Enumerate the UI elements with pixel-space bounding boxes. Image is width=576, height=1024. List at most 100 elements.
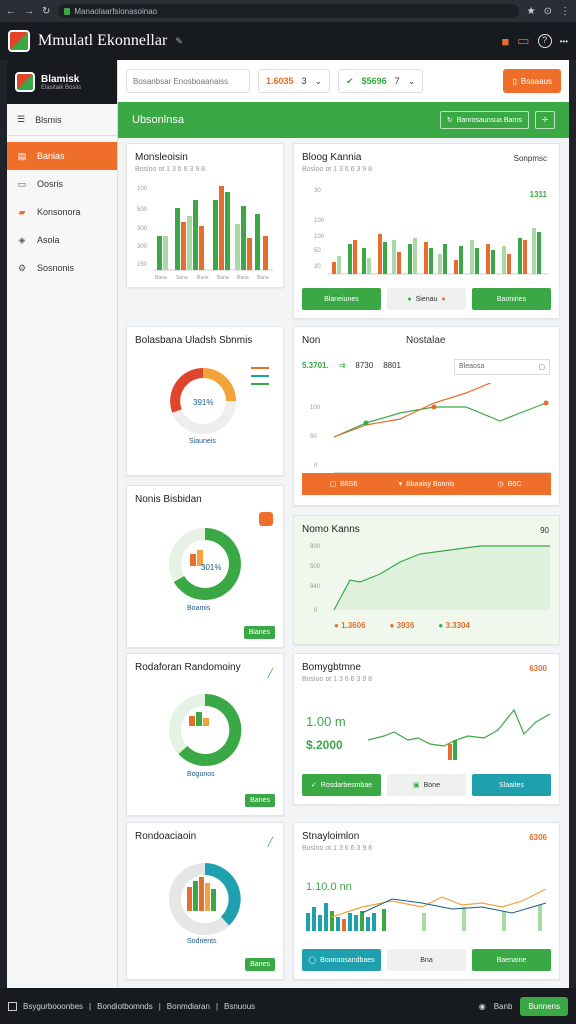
edit-icon[interactable]: ✎ bbox=[175, 36, 183, 47]
bar bbox=[205, 883, 210, 911]
sidebar-item-asola[interactable]: ◈ Asola bbox=[7, 226, 117, 254]
metric-v2: 8730 bbox=[355, 361, 374, 370]
edit-icon[interactable]: ╱ bbox=[268, 668, 273, 679]
menu-icon[interactable]: ⋮ bbox=[560, 6, 570, 17]
bar bbox=[225, 192, 230, 270]
search-input[interactable] bbox=[126, 69, 250, 93]
browser-bar: ← → ↻ Manaolaarfsionasoinao ★ ⊙ ⋮ bbox=[0, 0, 576, 22]
metric-row: ● 1.3606 ● 3936 ● 3.3304 bbox=[334, 621, 470, 630]
sidebar-item-sosnonis[interactable]: ⚙ Sosnonis bbox=[7, 254, 117, 282]
b6c-button[interactable]: ◷ B6C bbox=[468, 473, 551, 495]
sidebar-menu-toggle[interactable]: ☰ Blsmis bbox=[7, 104, 117, 136]
lock-icon bbox=[64, 7, 71, 15]
donut-chart: Sodnents bbox=[169, 863, 241, 945]
bbaaisy-button[interactable]: ▾ Bbaaisy Bonnis bbox=[385, 473, 468, 495]
status-action-button[interactable]: Bunnens bbox=[520, 996, 568, 1016]
slaaites-button[interactable]: Slaaites bbox=[472, 774, 551, 796]
edit-icon[interactable]: ╱ bbox=[268, 837, 273, 848]
user-icon[interactable]: ■ bbox=[501, 34, 509, 49]
dot-icon: ● bbox=[441, 295, 446, 303]
button-label: Boonoosandbaes bbox=[320, 956, 375, 964]
legend-box[interactable]: Bleaosa ▢ bbox=[454, 359, 550, 375]
checkbox-icon[interactable] bbox=[8, 1001, 17, 1011]
status-item[interactable]: Bondiotbomnds bbox=[97, 1002, 153, 1011]
blaneiunes-button[interactable]: Blaneiunes bbox=[302, 288, 381, 310]
sidebar-item-oosris[interactable]: ▭ Oosris bbox=[7, 170, 117, 198]
bar bbox=[523, 240, 527, 274]
bianes-button[interactable]: Bianes bbox=[243, 626, 275, 639]
legend-line bbox=[251, 375, 269, 377]
card-title: Nonis Bisbidan bbox=[135, 494, 202, 505]
sidebar-brand: Blamisk Elasitaik Bosiis bbox=[7, 60, 117, 104]
card-right-label: Sonpmsc bbox=[513, 154, 547, 163]
status-item[interactable]: Bsygurbooonbes bbox=[23, 1002, 83, 1011]
forward-icon[interactable]: → bbox=[24, 6, 34, 17]
metric-chip-1[interactable]: 1.6035 3 ⌄ bbox=[258, 69, 331, 93]
card-right-label: 6306 bbox=[529, 833, 547, 842]
rosdarbesmbae-button[interactable]: ✓ Rosdarbesmbae bbox=[302, 774, 381, 796]
metric-chip-2[interactable]: ✔ $5696 7 ⌄ bbox=[338, 69, 424, 93]
y-tick: 500 bbox=[137, 207, 148, 213]
status-item[interactable]: Bsnuous bbox=[224, 1002, 255, 1011]
banner-settings-button[interactable]: ✢ bbox=[535, 111, 555, 129]
sidebar-item-konsonora[interactable]: ▰ Konsonora bbox=[7, 198, 117, 226]
section-banner: Ubsonlnsa ↻ Banrosaunsua Barns ✢ bbox=[118, 102, 569, 138]
data-point bbox=[543, 400, 549, 406]
settings-icon[interactable]: ⊙ bbox=[544, 6, 552, 17]
donut-chart: 301% Boamis bbox=[169, 528, 241, 612]
y-tick: 30 bbox=[314, 264, 321, 270]
metric: ● 3936 bbox=[389, 621, 415, 630]
legend-line bbox=[251, 367, 269, 369]
card-subtitle: Bosloo ot 1 3 6 6 3 9 8 bbox=[302, 845, 373, 852]
bar bbox=[354, 915, 358, 931]
bar bbox=[538, 905, 542, 931]
metric-v1: 5.3701. bbox=[302, 361, 329, 370]
card-donut-3: Rondoaciaoin ╱ Sodnents Banes bbox=[126, 822, 284, 980]
bna-button[interactable]: Bna bbox=[387, 949, 466, 971]
x-tick: Bana bbox=[257, 275, 269, 281]
inbox-icon[interactable]: ▭ bbox=[517, 33, 529, 49]
legend-label: Bleaosa bbox=[459, 363, 485, 370]
star-icon[interactable]: ★ bbox=[527, 6, 536, 17]
folder-icon: ▰ bbox=[18, 206, 26, 217]
gear-icon: ⚙ bbox=[17, 262, 27, 273]
app-logo bbox=[8, 30, 30, 52]
donut-label: Boamis bbox=[187, 605, 211, 612]
status-item[interactable]: Bonmdiaran bbox=[167, 1002, 210, 1011]
bar bbox=[235, 224, 240, 270]
sparkline-chart bbox=[367, 708, 551, 760]
help-icon[interactable]: ? bbox=[537, 34, 552, 48]
baenaine-button[interactable]: Baenaine bbox=[472, 949, 551, 971]
action-button[interactable]: ▯ Bsaaaus bbox=[503, 69, 561, 93]
y-tick: 0 bbox=[314, 463, 318, 469]
line-chart: 100 50 0 bbox=[310, 383, 550, 474]
sienau-button[interactable]: ● Sienau ● bbox=[387, 288, 466, 310]
banner-filter-button[interactable]: ↻ Banrosaunsua Barns bbox=[439, 111, 530, 129]
bar bbox=[306, 913, 310, 931]
bar bbox=[193, 200, 198, 270]
bone-button[interactable]: ▣ Bone bbox=[387, 774, 466, 796]
y-tick: 100 bbox=[314, 234, 325, 240]
reload-icon[interactable]: ↻ bbox=[42, 6, 50, 17]
y-tick: 500 bbox=[310, 564, 321, 570]
bar bbox=[475, 248, 479, 274]
button-label: Bna bbox=[420, 956, 433, 964]
banes-button[interactable]: Banes bbox=[245, 794, 275, 807]
circle-icon: ● bbox=[407, 295, 412, 303]
card-title: Nomo Kanns bbox=[302, 524, 360, 535]
boonoosandbaes-button[interactable]: ◯ Boonoosandbaes bbox=[302, 949, 381, 971]
bar bbox=[211, 889, 216, 911]
card-bloog-kannia: Bloog Kannia Sonpmsc Bosloo ot 1 3 6 6 3… bbox=[293, 143, 560, 319]
sidebar-item-banias[interactable]: ▤ Banias bbox=[7, 142, 117, 170]
bar bbox=[392, 240, 396, 274]
more-icon[interactable]: ••• bbox=[560, 37, 568, 46]
baonines-button[interactable]: Baonines bbox=[472, 288, 551, 310]
bar bbox=[366, 917, 370, 931]
bar bbox=[330, 911, 334, 931]
doc-icon: ▯ bbox=[512, 76, 517, 86]
address-bar[interactable]: Manaolaarfsionasoinao bbox=[58, 4, 519, 18]
banes-button[interactable]: Banes bbox=[245, 958, 275, 971]
back-icon[interactable]: ← bbox=[6, 6, 16, 17]
chart-icon: ▤ bbox=[17, 150, 27, 161]
b6s6-button[interactable]: ▢ B6S6 bbox=[302, 473, 385, 495]
